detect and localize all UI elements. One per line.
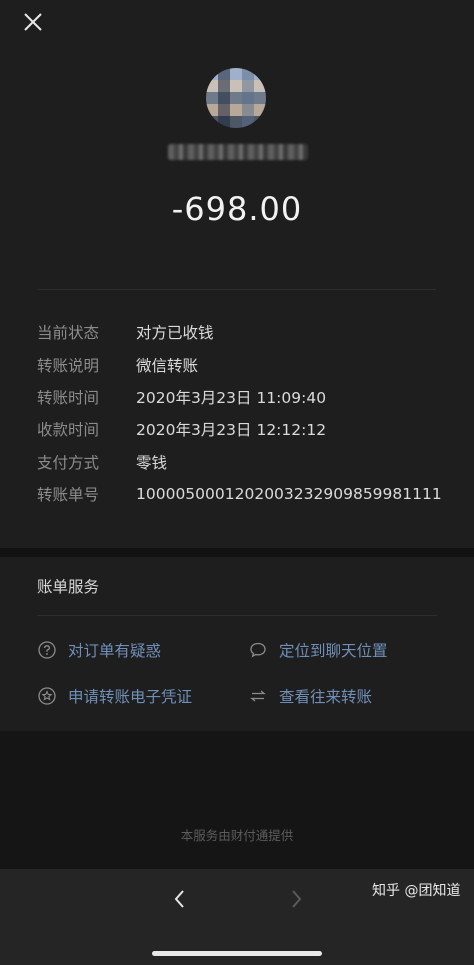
chat-bubble-icon	[248, 640, 268, 660]
watermark: 知乎 @团知道	[372, 883, 461, 899]
detail-value: 对方已收钱	[136, 324, 214, 343]
close-icon	[24, 13, 42, 31]
section-title: 账单服务	[37, 578, 100, 596]
section-gap	[0, 548, 474, 557]
detail-label: 当前状态	[37, 324, 100, 343]
detail-label: 支付方式	[37, 453, 100, 472]
back-button[interactable]	[168, 887, 192, 911]
transfer-arrows-icon	[248, 686, 268, 706]
detail-list: 当前状态 对方已收钱 转账说明 微信转账 转账时间 2020年3月23日 11:…	[37, 316, 457, 510]
forward-button[interactable]	[284, 887, 308, 911]
service-label: 查看往来转账	[279, 688, 373, 706]
detail-row-payment-method: 支付方式 零钱	[37, 446, 457, 478]
bill-services-section: 账单服务 对订单有疑惑 定位到聊天位置 申请转账电子凭证 查看往来转账	[0, 557, 474, 731]
detail-label: 转账说明	[37, 356, 100, 375]
detail-value: 微信转账	[136, 356, 199, 375]
payee-avatar	[206, 68, 266, 128]
detail-row-transfer-time: 转账时间 2020年3月23日 11:09:40	[37, 381, 457, 413]
service-label: 对订单有疑惑	[68, 642, 162, 660]
detail-value: 零钱	[136, 453, 168, 472]
home-indicator[interactable]	[152, 951, 322, 956]
service-label: 申请转账电子凭证	[68, 688, 193, 706]
close-button[interactable]	[20, 9, 46, 35]
transfer-amount: -698.00	[171, 190, 303, 228]
detail-value: 2020年3月23日 12:12:12	[136, 421, 327, 440]
lower-area: 本服务由财付通提供	[0, 731, 474, 869]
chevron-left-icon	[174, 890, 184, 908]
transfer-detail-panel: -698.00 当前状态 对方已收钱 转账说明 微信转账 转账时间 2020年3…	[0, 0, 474, 548]
detail-value: 1000050001202003232909859981111	[136, 485, 442, 504]
detail-row-transfer-id: 转账单号 1000050001202003232909859981111	[37, 478, 457, 510]
divider	[37, 615, 437, 616]
chevron-right-icon	[292, 890, 302, 908]
detail-row-note: 转账说明 微信转账	[37, 348, 457, 380]
service-label: 定位到聊天位置	[279, 642, 388, 660]
badge-star-icon	[37, 686, 57, 706]
divider	[38, 289, 436, 290]
service-locate-chat[interactable]: 定位到聊天位置	[248, 639, 388, 661]
detail-row-status: 当前状态 对方已收钱	[37, 316, 457, 348]
detail-label: 转账单号	[37, 486, 100, 505]
service-order-question[interactable]: 对订单有疑惑	[37, 639, 161, 661]
provider-note: 本服务由财付通提供	[180, 828, 294, 843]
detail-label: 收款时间	[37, 421, 100, 440]
service-view-transfers[interactable]: 查看往来转账	[248, 685, 372, 707]
detail-row-receive-time: 收款时间 2020年3月23日 12:12:12	[37, 413, 457, 445]
service-apply-receipt[interactable]: 申请转账电子凭证	[37, 685, 192, 707]
question-circle-icon	[37, 640, 57, 660]
detail-value: 2020年3月23日 11:09:40	[136, 388, 327, 407]
payee-name-blurred	[168, 144, 308, 160]
detail-label: 转账时间	[37, 388, 100, 407]
